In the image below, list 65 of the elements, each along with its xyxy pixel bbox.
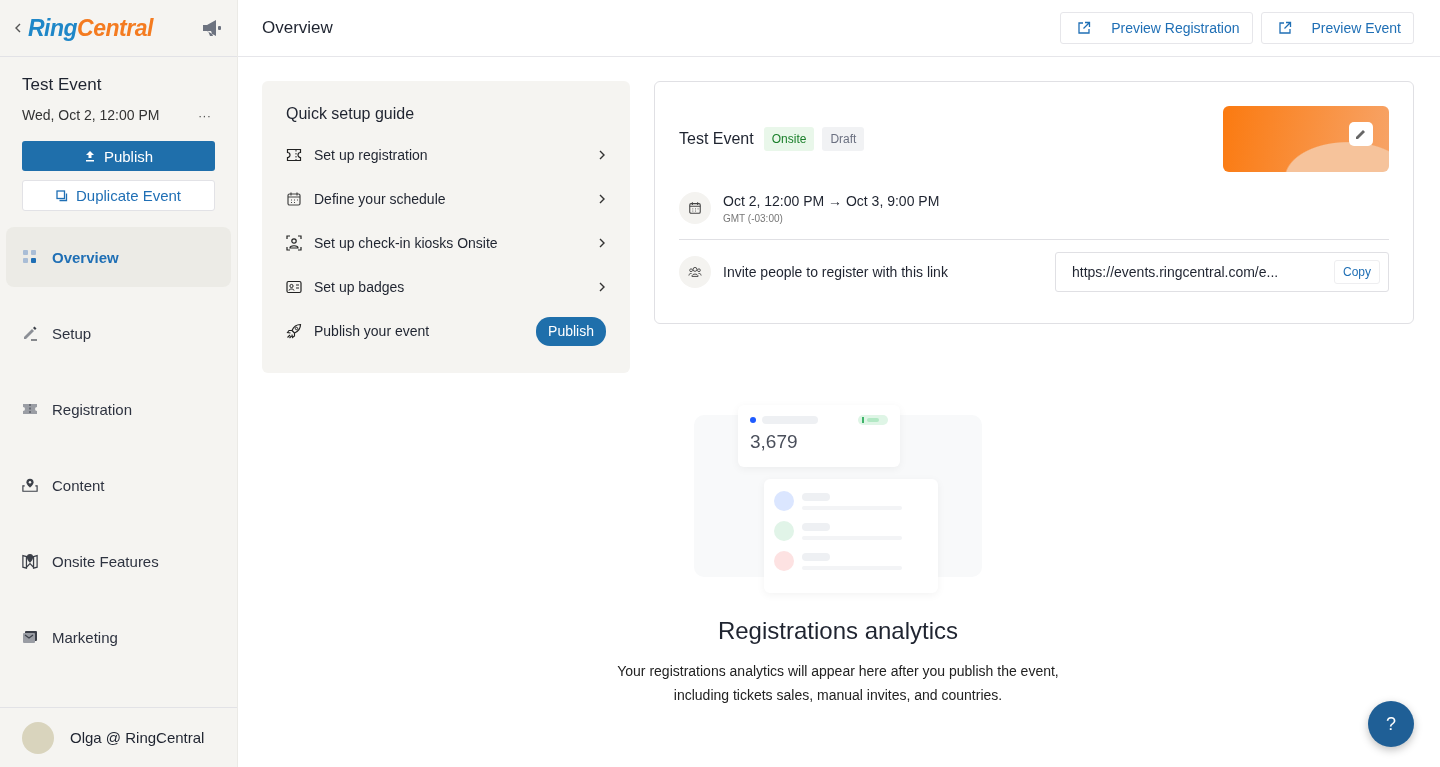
nav-item[interactable]: Content (6, 455, 231, 515)
analytics-description: Your registrations analytics will appear here after you publish the event, including tickets sales, manual invites, and countries. (616, 662, 1060, 705)
edit-button[interactable] (1349, 122, 1373, 146)
copy-icon (55, 189, 68, 202)
preview-button[interactable]: Preview Registration (1060, 12, 1253, 44)
invite-text: Invite people to register with this link (723, 264, 949, 280)
copy-button[interactable]: Copy (1334, 260, 1380, 284)
location-pin-icon (22, 477, 38, 493)
user-name: Olga @ RingCentral (70, 729, 205, 746)
back-chevron-icon[interactable] (14, 23, 22, 33)
registration-link-field[interactable]: https://events.ringcentral.com/e... Copy (1055, 252, 1389, 292)
guide-step-link[interactable]: Set up check-in kiosks Onsite (314, 235, 586, 251)
envelope-icon (22, 629, 38, 645)
ticket-icon (286, 147, 302, 163)
nav-item[interactable]: Setup (6, 303, 231, 363)
analytics-title: Registrations analytics (717, 617, 959, 645)
logo: RingCentral (28, 14, 155, 42)
guide-step-link[interactable]: Set up registration (314, 147, 586, 163)
people-icon (679, 256, 711, 288)
duplicate-event-button[interactable]: Duplicate Event (22, 180, 215, 211)
grid-icon (22, 249, 38, 265)
map-pin-icon (22, 553, 38, 569)
more-button[interactable]: ··· (194, 107, 215, 123)
chevron-right-icon[interactable] (598, 194, 606, 204)
megaphone-icon[interactable] (201, 19, 223, 37)
upload-icon (83, 150, 96, 162)
publish-button[interactable]: Publish (536, 316, 606, 346)
pencil-icon (1355, 128, 1367, 140)
sample-number: 3,679 (750, 431, 799, 453)
status-tag: Draft (822, 127, 865, 151)
chevron-right-icon[interactable] (598, 150, 606, 160)
id-card-icon (286, 279, 302, 295)
calendar-icon (679, 192, 711, 224)
event-name: Test Event (679, 130, 754, 148)
rocket-icon (286, 323, 302, 339)
help-button[interactable]: ? (1368, 701, 1414, 747)
event-title: Test Event (22, 75, 103, 95)
avatar-circle (774, 491, 794, 511)
guide-step-link[interactable]: Define your schedule (314, 191, 586, 207)
status-tag: Onsite (763, 127, 815, 151)
external-link-icon (1077, 21, 1092, 35)
external-link-icon (1277, 21, 1292, 35)
chevron-right-icon[interactable] (598, 238, 606, 248)
nav-item[interactable]: Marketing (6, 607, 231, 667)
nav-item[interactable]: Onsite Features (6, 531, 231, 591)
avatar-circle (774, 551, 794, 571)
chevron-right-icon[interactable] (598, 282, 606, 292)
timezone: GMT (-03:00) (723, 212, 784, 224)
nav-item[interactable]: Overview (6, 227, 231, 287)
dot-icon (750, 417, 756, 423)
guide-step-label: Publish your event (314, 323, 431, 339)
event-datetime: Wed, Oct 2, 12:00 PM (22, 107, 160, 123)
preview-button[interactable]: Preview Event (1260, 12, 1414, 44)
person-scan-icon (286, 235, 302, 251)
page-title: Overview (262, 18, 333, 38)
nav-item[interactable]: Registration (6, 379, 231, 439)
publish-button[interactable]: Publish (22, 141, 215, 171)
avatar-circle (774, 521, 794, 541)
guide-title: Quick setup guide (286, 105, 416, 123)
trend-badge (858, 415, 888, 425)
guide-step-link[interactable]: Set up badges (314, 279, 586, 295)
event-dates: Oct 2, 12:00 PM → Oct 3, 9:00 PM (723, 192, 940, 209)
calendar-icon (286, 191, 302, 207)
ticket-icon (22, 401, 38, 417)
pencil-icon (22, 325, 38, 341)
